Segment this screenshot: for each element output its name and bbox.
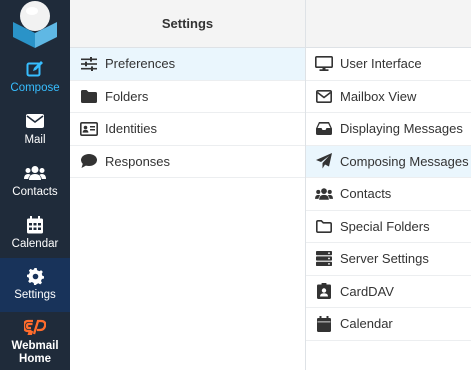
nav-settings[interactable]: Settings bbox=[0, 258, 70, 312]
pref-item-contacts-label: Contacts bbox=[340, 186, 392, 202]
settings-item-preferences-label: Preferences bbox=[105, 56, 176, 72]
roundcube-logo[interactable] bbox=[0, 0, 70, 50]
settings-item-identities[interactable]: Identities bbox=[70, 113, 305, 146]
nav-webmail-home-label: Webmail Home bbox=[11, 340, 59, 365]
pref-item-contacts[interactable]: Contacts bbox=[306, 178, 471, 211]
comment-icon bbox=[80, 154, 98, 169]
pref-item-displaying-messages-label: Displaying Messages bbox=[340, 121, 463, 137]
calendar-icon bbox=[315, 315, 333, 332]
compose-icon bbox=[26, 59, 44, 79]
settings-title: Settings bbox=[161, 16, 214, 31]
pref-item-server-settings-label: Server Settings bbox=[340, 251, 429, 267]
pref-item-mailbox-view-label: Mailbox View bbox=[340, 88, 417, 104]
pref-item-server-settings[interactable]: Server Settings bbox=[306, 243, 471, 276]
settings-sections-panel: Settings Preferences Folders Identities … bbox=[70, 0, 306, 370]
pref-item-composing-messages[interactable]: Composing Messages bbox=[306, 145, 471, 178]
settings-item-folders-label: Folders bbox=[105, 88, 149, 104]
envelope-icon bbox=[26, 111, 44, 131]
nav-calendar[interactable]: Calendar bbox=[0, 210, 70, 262]
pref-item-displaying-messages[interactable]: Displaying Messages bbox=[306, 113, 471, 146]
main-navigation: Compose Mail Contacts Calendar Settings … bbox=[0, 0, 70, 370]
server-icon bbox=[315, 251, 333, 267]
pref-item-special-folders[interactable]: Special Folders bbox=[306, 211, 471, 243]
cpanel-icon bbox=[24, 317, 46, 337]
pref-item-carddav-label: CardDAV bbox=[340, 283, 394, 299]
folder-icon bbox=[80, 89, 98, 103]
pref-item-carddav[interactable]: CardDAV bbox=[306, 276, 471, 308]
id-card-icon bbox=[80, 121, 98, 136]
calendar-icon bbox=[27, 215, 43, 235]
nav-settings-label: Settings bbox=[14, 289, 56, 301]
nav-contacts[interactable]: Contacts bbox=[0, 158, 70, 210]
nav-contacts-label: Contacts bbox=[12, 186, 58, 198]
settings-header: Settings bbox=[70, 0, 305, 48]
inbox-icon bbox=[315, 122, 333, 136]
preferences-header bbox=[306, 0, 471, 48]
gear-icon bbox=[26, 266, 44, 286]
pref-item-mailbox-view[interactable]: Mailbox View bbox=[306, 81, 471, 113]
settings-item-responses[interactable]: Responses bbox=[70, 146, 305, 178]
preferences-sections-panel: User Interface Mailbox View Displaying M… bbox=[306, 0, 471, 370]
pref-item-calendar-label: Calendar bbox=[340, 316, 393, 332]
folder-outline-icon bbox=[315, 219, 333, 233]
users-icon bbox=[315, 187, 333, 201]
pref-item-user-interface-label: User Interface bbox=[340, 56, 422, 72]
roundcube-settings-window: Compose Mail Contacts Calendar Settings … bbox=[0, 0, 471, 370]
nav-mail-label: Mail bbox=[24, 134, 46, 146]
settings-item-identities-label: Identities bbox=[105, 121, 158, 137]
settings-item-folders[interactable]: Folders bbox=[70, 81, 305, 113]
paper-plane-icon bbox=[315, 153, 333, 169]
pref-item-calendar[interactable]: Calendar bbox=[306, 308, 471, 341]
monitor-icon bbox=[315, 56, 333, 72]
address-card-icon bbox=[315, 283, 333, 300]
pref-item-special-folders-label: Special Folders bbox=[340, 218, 430, 234]
envelope-outline-icon bbox=[315, 89, 333, 103]
settings-item-responses-label: Responses bbox=[105, 153, 171, 169]
nav-mail[interactable]: Mail bbox=[0, 106, 70, 158]
logo-icon bbox=[13, 1, 57, 48]
nav-compose-label: Compose bbox=[10, 82, 60, 94]
nav-webmail-home[interactable]: Webmail Home bbox=[0, 314, 70, 370]
settings-item-preferences[interactable]: Preferences bbox=[70, 48, 305, 81]
nav-calendar-label: Calendar bbox=[11, 238, 59, 250]
pref-item-user-interface[interactable]: User Interface bbox=[306, 48, 471, 81]
nav-compose[interactable]: Compose bbox=[0, 54, 70, 106]
pref-item-composing-messages-label: Composing Messages bbox=[340, 153, 469, 169]
sliders-icon bbox=[80, 56, 98, 71]
users-icon bbox=[24, 163, 46, 183]
